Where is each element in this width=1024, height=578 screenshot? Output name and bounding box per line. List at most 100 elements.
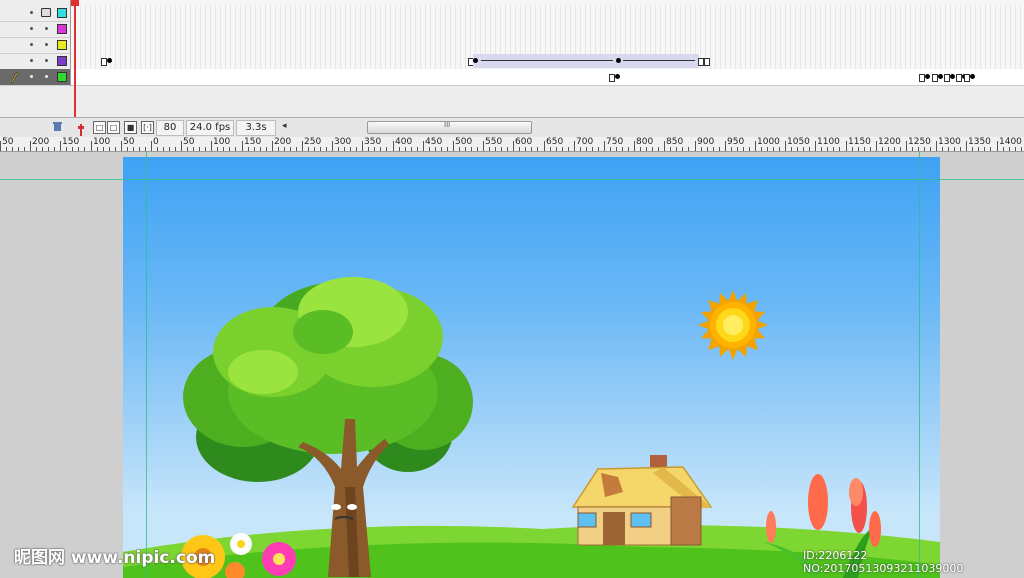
center-frame-icon[interactable] <box>78 121 84 136</box>
ruler-major-tick <box>121 141 122 151</box>
ruler-minor-tick <box>888 147 889 151</box>
ruler-minor-tick <box>568 147 569 151</box>
ruler-minor-tick <box>296 147 297 151</box>
ruler-minor-tick <box>519 147 520 151</box>
house <box>571 455 713 546</box>
ruler-minor-tick <box>531 147 532 151</box>
layer-row[interactable] <box>0 21 70 38</box>
ruler-minor-tick <box>109 147 110 151</box>
ruler-label: 600 <box>515 137 533 147</box>
ruler-minor-tick <box>791 147 792 151</box>
keyframe[interactable] <box>615 74 620 79</box>
sun <box>698 290 768 360</box>
ruler-major-tick <box>332 141 333 151</box>
playhead-handle[interactable] <box>71 0 79 6</box>
keyframe[interactable] <box>616 58 621 63</box>
ruler-minor-tick <box>562 147 563 151</box>
frame-row[interactable] <box>71 5 1024 22</box>
ruler-major-tick <box>544 141 545 151</box>
ruler-minor-tick <box>103 147 104 151</box>
visibility-dot[interactable] <box>30 43 33 46</box>
frame-rate[interactable]: 24.0 fps <box>186 120 234 136</box>
ruler-major-tick <box>725 141 726 151</box>
visibility-dot[interactable] <box>30 75 33 78</box>
ruler-minor-tick <box>833 147 834 151</box>
keyframe[interactable] <box>473 58 478 63</box>
layer-color-swatch[interactable] <box>57 8 67 18</box>
frame-row[interactable] <box>71 37 1024 54</box>
layer-color-swatch[interactable] <box>57 72 67 82</box>
lock-dot[interactable] <box>45 59 48 62</box>
ruler-label: 800 <box>636 137 654 147</box>
tween-arrow <box>623 60 695 61</box>
ruler-minor-tick <box>761 147 762 151</box>
ruler-major-tick <box>997 141 998 151</box>
visibility-dot[interactable] <box>30 59 33 62</box>
ruler-minor-tick <box>471 147 472 151</box>
ruler-minor-tick <box>344 147 345 151</box>
guide-line[interactable] <box>0 179 1024 180</box>
ruler-minor-tick <box>441 147 442 151</box>
ruler-major-tick <box>423 141 424 151</box>
ruler-major-tick <box>513 141 514 151</box>
layer-row[interactable] <box>0 53 70 70</box>
lock-dot[interactable] <box>45 75 48 78</box>
ruler-minor-tick <box>368 147 369 151</box>
modify-onion-markers-icon[interactable]: [·] <box>141 121 154 134</box>
frame-row-selected[interactable] <box>71 69 1024 86</box>
ruler-major-tick <box>272 141 273 151</box>
layer-color-swatch[interactable] <box>57 24 67 34</box>
keyframe[interactable] <box>950 74 955 79</box>
timeline-scrollbar[interactable]: III <box>367 121 532 134</box>
ruler-minor-tick <box>459 147 460 151</box>
keyframe[interactable] <box>970 74 975 79</box>
edit-multiple-frames-icon[interactable]: ■ <box>124 121 137 134</box>
motion-tween[interactable] <box>473 54 699 68</box>
onion-skin-icon[interactable]: □ <box>93 121 106 134</box>
ruler-minor-tick <box>97 147 98 151</box>
keyframe[interactable] <box>925 74 930 79</box>
guide-line[interactable] <box>919 151 920 578</box>
trash-icon[interactable] <box>52 121 63 132</box>
ruler-minor-tick <box>942 147 943 151</box>
visibility-dot[interactable] <box>30 11 33 14</box>
layer-color-swatch[interactable] <box>57 56 67 66</box>
ruler-minor-tick <box>66 147 67 151</box>
ruler-minor-tick <box>924 147 925 151</box>
lock-icon[interactable] <box>41 8 51 17</box>
scroll-left-arrow-icon[interactable]: ◂ <box>282 121 287 131</box>
ruler-minor-tick <box>556 147 557 151</box>
lock-dot[interactable] <box>45 43 48 46</box>
keyframe[interactable] <box>107 58 112 63</box>
onion-skin-outlines-icon[interactable]: □ <box>107 121 120 134</box>
playhead[interactable] <box>74 0 76 118</box>
lock-dot[interactable] <box>45 27 48 30</box>
scroll-grip: III <box>444 121 451 129</box>
guide-line[interactable] <box>146 151 147 578</box>
frame-row[interactable] <box>71 21 1024 38</box>
ruler-minor-tick <box>12 147 13 151</box>
keyframe[interactable] <box>938 74 943 79</box>
layer-row[interactable] <box>0 37 70 54</box>
ruler-minor-tick <box>616 147 617 151</box>
ruler-minor-tick <box>809 147 810 151</box>
stage-canvas[interactable] <box>123 157 940 578</box>
layer-row[interactable] <box>0 5 70 22</box>
ruler-major-tick <box>60 141 61 151</box>
ruler-major-tick <box>966 141 967 151</box>
ruler-minor-tick <box>78 147 79 151</box>
ruler-minor-tick <box>1015 147 1016 151</box>
visibility-dot[interactable] <box>30 27 33 30</box>
frame-grid[interactable] <box>71 0 1024 86</box>
layer-color-swatch[interactable] <box>57 40 67 50</box>
ruler-minor-tick <box>598 147 599 151</box>
frame-row[interactable] <box>71 53 1024 70</box>
ruler-minor-tick <box>284 147 285 151</box>
layer-row-selected[interactable] <box>0 69 70 86</box>
ruler-major-tick <box>483 141 484 151</box>
current-frame: 80 <box>156 120 184 136</box>
ruler-minor-tick <box>670 147 671 151</box>
ruler-major-tick <box>362 141 363 151</box>
empty-keyframe[interactable] <box>704 58 710 66</box>
ruler-minor-tick <box>501 147 502 151</box>
